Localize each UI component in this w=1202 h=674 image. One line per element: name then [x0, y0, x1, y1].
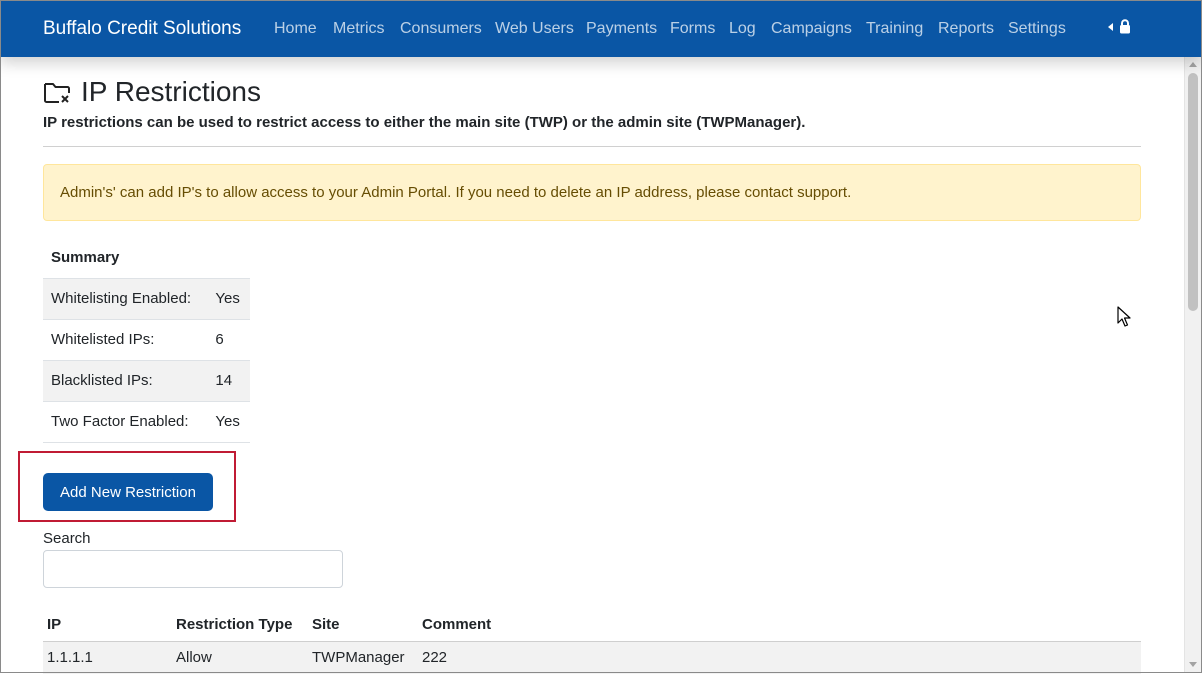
summary-label: Whitelisting Enabled:	[43, 277, 208, 319]
top-navbar: Buffalo Credit Solutions Home Metrics Co…	[0, 0, 1202, 57]
summary-label: Blacklisted IPs:	[43, 359, 208, 401]
nav-campaigns[interactable]: Campaigns	[771, 19, 852, 39]
nav-metrics[interactable]: Metrics	[333, 19, 385, 39]
cell-site: TWPManager	[308, 641, 418, 674]
summary-heading: Summary	[51, 248, 120, 266]
nav-consumers[interactable]: Consumers	[400, 19, 482, 39]
table-row[interactable]: 1.1.1.1 Allow TWPManager 222	[43, 641, 1141, 674]
nav-payments[interactable]: Payments	[586, 19, 657, 39]
cell-restriction-type: Allow	[172, 641, 308, 674]
nav-log[interactable]: Log	[729, 19, 756, 39]
brand-name[interactable]: Buffalo Credit Solutions	[43, 17, 241, 41]
summary-row: Two Factor Enabled: Yes	[43, 400, 250, 443]
summary-value: Yes	[207, 277, 250, 319]
summary-value: 6	[207, 318, 250, 360]
add-new-restriction-button[interactable]: Add New Restriction	[43, 473, 213, 511]
scroll-thumb[interactable]	[1188, 73, 1198, 311]
summary-row: Whitelisting Enabled: Yes	[43, 277, 250, 319]
page-title: IP Restrictions	[81, 76, 261, 107]
summary-value: 14	[207, 359, 250, 401]
page-subtitle: IP restrictions can be used to restrict …	[43, 114, 806, 131]
vertical-scrollbar[interactable]	[1184, 57, 1201, 672]
summary-value: Yes	[207, 400, 250, 443]
summary-label: Whitelisted IPs:	[43, 318, 208, 360]
account-lock-toggle[interactable]	[1108, 19, 1131, 34]
header-divider	[43, 146, 1141, 147]
lock-icon	[1120, 19, 1130, 34]
scroll-up-icon[interactable]	[1189, 62, 1197, 67]
scroll-down-icon[interactable]	[1189, 662, 1197, 667]
nav-forms[interactable]: Forms	[670, 19, 715, 39]
nav-settings[interactable]: Settings	[1008, 19, 1066, 39]
caret-left-icon	[1108, 22, 1113, 31]
summary-table: Summary Whitelisting Enabled: Yes Whitel…	[43, 237, 250, 443]
nav-home[interactable]: Home	[274, 19, 317, 39]
folder-x-icon	[44, 83, 70, 103]
cell-comment: 222	[418, 641, 1141, 674]
summary-row: Blacklisted IPs: 14	[43, 359, 250, 401]
mouse-pointer-icon	[1117, 306, 1131, 327]
info-alert: Admin's' can add IP's to allow access to…	[43, 164, 1141, 221]
restrictions-table: IP Restriction Type Site Comment 1.1.1.1…	[43, 608, 1141, 674]
alert-text: Admin's' can add IP's to allow access to…	[60, 184, 852, 201]
summary-label: Two Factor Enabled:	[43, 400, 208, 443]
column-header-ip[interactable]: IP	[43, 608, 172, 642]
search-label: Search	[43, 530, 91, 547]
column-header-comment[interactable]: Comment	[418, 608, 1141, 642]
nav-web-users[interactable]: Web Users	[495, 19, 574, 39]
column-header-restriction-type[interactable]: Restriction Type	[172, 608, 308, 642]
nav-training[interactable]: Training	[866, 19, 923, 39]
search-input[interactable]	[43, 550, 343, 588]
column-header-site[interactable]: Site	[308, 608, 418, 642]
page-header: IP Restrictions	[43, 76, 261, 108]
nav-reports[interactable]: Reports	[938, 19, 994, 39]
summary-row: Whitelisted IPs: 6	[43, 318, 250, 360]
cell-ip: 1.1.1.1	[43, 641, 172, 674]
